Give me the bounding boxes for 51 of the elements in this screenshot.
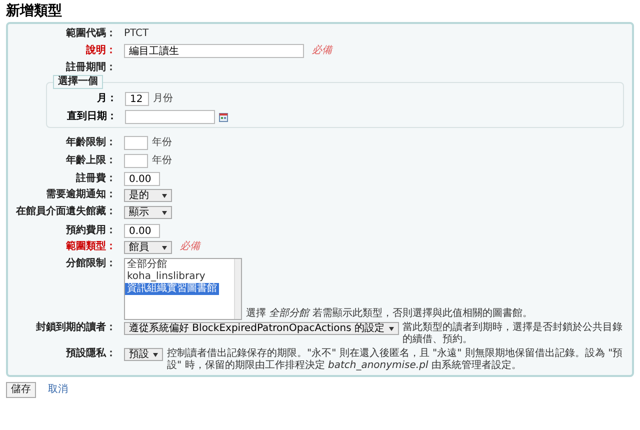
caret-icon <box>162 210 167 214</box>
field-label: 封鎖到期的讀者： <box>36 322 116 333</box>
help-text: 控制讀者借出記錄保存的期限。"永不" 則在還入後匿名，且 "永遠" 則無限期地保留借出記錄。設為 "預設" 時，保留的期限由工作排程決定 batch_anonymise.pl 由系統管理者設定。 <box>167 348 624 372</box>
field-label: 預設隱私： <box>66 348 116 359</box>
field-label: 年齡限制： <box>66 137 116 148</box>
field-label: 需要逾期通知： <box>46 189 116 200</box>
field-label: 年齡上限： <box>66 155 116 166</box>
field-label: 註冊費： <box>76 173 116 184</box>
dropdown[interactable]: 館員 <box>124 241 172 254</box>
help-text: 選擇 全部分館 若需顯示此類型，否則選擇與此值相關的圖書館。 <box>246 308 532 320</box>
field-label: 預約費用： <box>66 225 116 236</box>
input-field[interactable]: 0.00 <box>124 172 160 186</box>
input-field[interactable]: 0.00 <box>124 224 160 238</box>
save-button[interactable]: 儲存 <box>6 382 36 398</box>
month-input[interactable]: 12 <box>125 92 149 106</box>
input-field[interactable] <box>124 154 148 168</box>
dropdown[interactable]: 顯示 <box>124 206 172 219</box>
field-label: 月： <box>97 93 117 104</box>
dropdown[interactable]: 遵從系統偏好 BlockExpiredPatronOpacActions 的設定 <box>124 322 399 335</box>
branch-listbox[interactable]: 全部分館 koha_linslibrary 資訊組織實習圖書館 <box>124 258 242 320</box>
required-hint: 必備 <box>312 45 332 57</box>
list-option[interactable]: koha_linslibrary <box>125 271 208 283</box>
code-value: PTCT <box>124 28 149 40</box>
page-title: 新增類型 <box>6 2 63 20</box>
required-hint: 必備 <box>180 241 200 253</box>
dropdown[interactable]: 預設 <box>124 348 163 361</box>
caret-icon <box>162 194 167 198</box>
calendar-icon[interactable] <box>219 112 228 122</box>
date-input[interactable] <box>125 110 215 124</box>
dropdown[interactable]: 是的 <box>124 189 172 202</box>
help-text: 當此類型的讀者到期時，選擇是否封鎖於公共目錄的續借、預約。 <box>402 322 624 346</box>
caret-icon <box>153 352 158 356</box>
field-label: 註冊期間： <box>66 62 116 72</box>
fieldset-legend: 選擇一個 <box>53 75 103 89</box>
field-label: 直到日期： <box>67 111 117 122</box>
list-option[interactable]: 全部分館 <box>125 259 169 271</box>
caret-icon <box>388 326 394 330</box>
field-label: 說明： <box>86 45 116 56</box>
scrollbar[interactable] <box>234 259 241 319</box>
unit-label: 年份 <box>152 137 172 149</box>
list-option[interactable]: 資訊組織實習圖書館 <box>125 283 219 295</box>
input-field[interactable]: 編目工讀生 <box>124 44 304 58</box>
cancel-link[interactable]: 取消 <box>48 384 68 396</box>
input-field[interactable] <box>124 136 148 150</box>
field-label: 範圍代碼： <box>66 28 116 39</box>
caret-icon <box>162 246 167 250</box>
field-label: 範圍類型： <box>66 241 116 252</box>
unit-label: 月份 <box>153 93 173 105</box>
field-label: 分館限制： <box>66 258 116 269</box>
field-label: 在館員介面遺失館藏： <box>16 206 116 217</box>
unit-label: 年份 <box>152 155 172 167</box>
